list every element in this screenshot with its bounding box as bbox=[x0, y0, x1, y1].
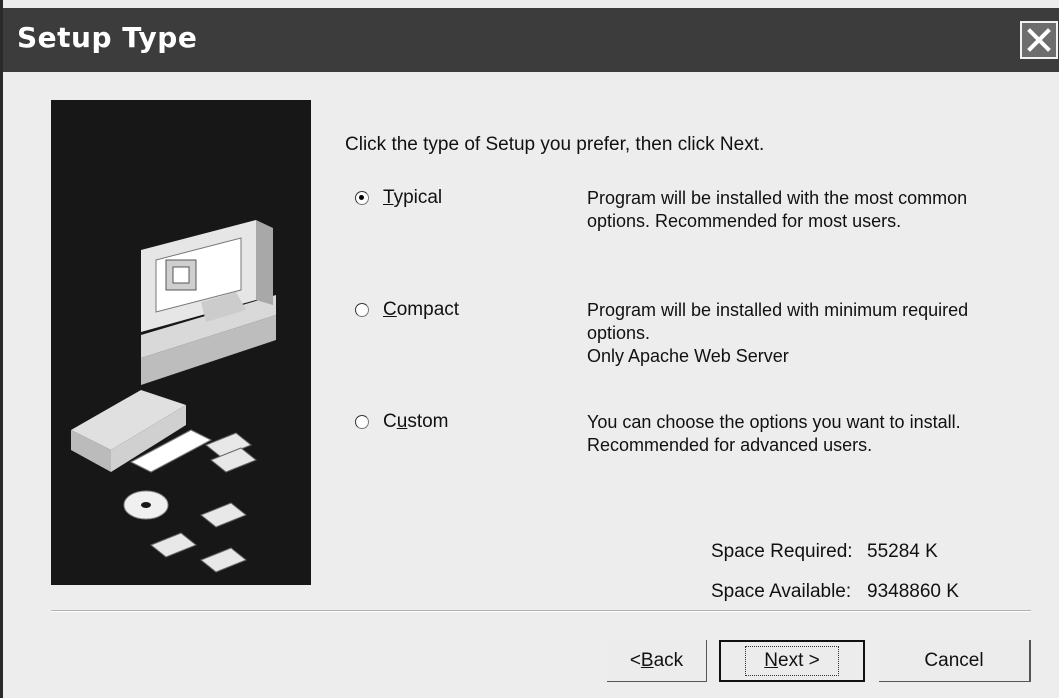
radio-compact[interactable]: Compact bbox=[355, 299, 459, 321]
radio-custom[interactable]: Custom bbox=[355, 411, 449, 433]
radio-label-typical[interactable]: Typical bbox=[383, 187, 442, 209]
description-compact: Program will be installed with minimum r… bbox=[587, 299, 1007, 368]
next-button-label: Next > bbox=[745, 646, 839, 676]
setup-illustration bbox=[51, 100, 311, 585]
radio-typical[interactable]: Typical bbox=[355, 187, 442, 209]
space-available-label: Space Available: bbox=[711, 581, 852, 602]
radio-button-typical[interactable] bbox=[355, 191, 369, 205]
radio-label-custom[interactable]: Custom bbox=[383, 411, 449, 433]
radio-label-compact[interactable]: Compact bbox=[383, 299, 459, 321]
setup-dialog: Setup Type Click the type of Setup you p… bbox=[0, 0, 1059, 698]
cd-drive-icon bbox=[71, 390, 213, 473]
button-divider bbox=[51, 610, 1031, 612]
setup-prompt: Click the type of Setup you prefer, then… bbox=[345, 134, 765, 155]
window-title: Setup Type bbox=[17, 21, 198, 54]
computer-icon bbox=[141, 220, 276, 385]
close-icon bbox=[1027, 28, 1051, 52]
title-bar[interactable]: Setup Type bbox=[3, 8, 1059, 72]
next-button[interactable]: Next > bbox=[719, 640, 865, 682]
description-compact-text: Program will be installed with minimum r… bbox=[587, 300, 969, 343]
cancel-button[interactable]: Cancel bbox=[879, 640, 1031, 682]
back-button[interactable]: < Back bbox=[607, 640, 707, 682]
radio-button-custom[interactable] bbox=[355, 415, 369, 429]
description-compact-detail: Only Apache Web Server bbox=[587, 346, 789, 366]
close-button[interactable] bbox=[1020, 21, 1058, 59]
cd-icon bbox=[123, 490, 169, 520]
space-required-value: 55284 K bbox=[867, 541, 938, 562]
space-available-value: 9348860 K bbox=[867, 581, 959, 602]
space-required-label: Space Required: bbox=[711, 541, 853, 562]
radio-button-compact[interactable] bbox=[355, 303, 369, 317]
description-custom: You can choose the options you want to i… bbox=[587, 412, 961, 455]
description-typical: Program will be installed with the most … bbox=[587, 188, 968, 231]
